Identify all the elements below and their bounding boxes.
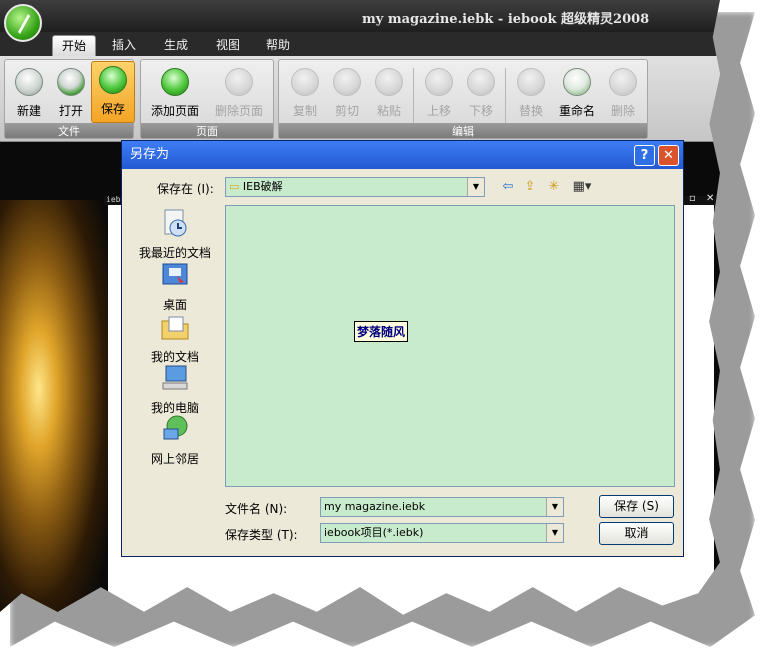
tab-help[interactable]: 帮助 xyxy=(257,35,299,56)
move-up-icon xyxy=(425,68,453,96)
filetype-label: 保存类型 (T): xyxy=(225,528,298,542)
delete-label: 删除 xyxy=(610,104,635,118)
dialog-cancel-button[interactable]: 取消 xyxy=(599,522,674,545)
new-folder-icon[interactable]: ✳ xyxy=(545,179,563,195)
edit-group-label: 编辑 xyxy=(279,123,647,138)
file-group-label: 文件 xyxy=(5,123,133,138)
background-art xyxy=(0,200,110,615)
recent-documents-icon xyxy=(164,209,187,237)
save-icon xyxy=(99,66,127,94)
page-group-label: 页面 xyxy=(141,123,273,138)
tab-insert[interactable]: 插入 xyxy=(104,35,144,56)
my-computer-icon xyxy=(162,365,188,390)
file-item[interactable]: 梦落随风 xyxy=(354,321,409,342)
delete-page-label: 删除页面 xyxy=(214,104,263,118)
tab-view[interactable]: 视图 xyxy=(207,35,249,56)
move-down-button[interactable]: 下移 xyxy=(459,64,503,120)
dialog-save-button[interactable]: 保存 (S) xyxy=(599,495,674,518)
app-title: my magazine.iebk - iebook 超级精灵2008 xyxy=(362,12,650,27)
up-folder-icon[interactable]: ⇪ xyxy=(521,179,539,195)
filename-input[interactable]: my magazine.iebk ▼ xyxy=(320,497,564,517)
edit-group: 复制 剪切 粘贴 上移 下移 替换 重命名 删除 编辑 xyxy=(278,59,648,139)
move-down-icon xyxy=(467,68,495,96)
rename-icon xyxy=(563,68,591,96)
desktop-icon xyxy=(162,263,188,285)
places-network[interactable]: 网上邻居 xyxy=(128,413,222,467)
page-group: 添加页面 删除页面 页面 xyxy=(140,59,274,139)
places-my-computer[interactable]: 我的电脑 xyxy=(128,362,222,416)
restore-icon[interactable]: ▫ xyxy=(689,193,696,204)
save-in-dropdown[interactable]: ▭ IEB破解 ▼ xyxy=(225,177,485,197)
chevron-down-icon: ▼ xyxy=(467,178,484,196)
open-icon xyxy=(57,68,85,96)
delete-page-button[interactable]: 删除页面 xyxy=(215,64,263,120)
add-page-icon xyxy=(161,68,189,96)
filetype-value: iebook项目(*.iebk) xyxy=(324,526,424,539)
close-button[interactable]: ✕ xyxy=(658,145,679,166)
view-menu-icon[interactable]: ▦▾ xyxy=(569,179,595,195)
delete-icon xyxy=(609,68,637,96)
title-bar: my magazine.iebk - iebook 超级精灵2008 xyxy=(0,0,720,32)
places-desktop[interactable]: 桌面 xyxy=(128,259,222,313)
file-group: 新建 打开 保存 文件 xyxy=(4,59,135,139)
my-documents-icon xyxy=(161,316,189,340)
filetype-select[interactable]: iebook项目(*.iebk) ▼ xyxy=(320,523,564,543)
save-label: 保存 xyxy=(100,102,125,116)
chevron-down-icon: ▼ xyxy=(546,498,563,516)
new-icon xyxy=(15,68,43,96)
paste-icon xyxy=(375,68,403,96)
filename-label: 文件名 (N): xyxy=(225,502,288,516)
ribbon: 新建 打开 保存 文件 添加页面 删除页面 页面 复制 剪切 粘贴 上移 下移 … xyxy=(0,56,720,142)
save-as-dialog: 另存为 ? ✕ 保存在 (I): ▭ IEB破解 ▼ ⇦ ⇪ ✳ ▦▾ 我最近的… xyxy=(121,140,684,557)
replace-icon xyxy=(517,68,545,96)
chevron-down-icon: ▼ xyxy=(546,524,563,542)
places-network-label: 网上邻居 xyxy=(150,452,199,466)
filename-value: my magazine.iebk xyxy=(324,500,426,513)
close-icon[interactable]: ✕ xyxy=(706,193,714,204)
tab-start[interactable]: 开始 xyxy=(52,35,96,56)
cut-icon xyxy=(333,68,361,96)
help-button[interactable]: ? xyxy=(634,145,655,166)
copy-icon xyxy=(291,68,319,96)
delete-page-icon xyxy=(225,68,253,96)
save-button[interactable]: 保存 xyxy=(91,61,135,123)
back-icon[interactable]: ⇦ xyxy=(499,179,517,195)
dialog-title: 另存为 xyxy=(122,141,683,169)
ribbon-tabs: 开始 插入 生成 视图 帮助 xyxy=(0,32,720,56)
file-list[interactable]: 梦落随风 xyxy=(225,205,675,487)
save-in-label: 保存在 (I): xyxy=(157,182,214,196)
save-in-value: IEB破解 xyxy=(242,180,283,193)
add-page-button[interactable]: 添加页面 xyxy=(151,64,199,120)
tab-generate[interactable]: 生成 xyxy=(155,35,197,56)
app-logo-icon[interactable] xyxy=(4,4,42,42)
network-places-icon xyxy=(163,415,188,440)
add-page-label: 添加页面 xyxy=(150,104,199,118)
folder-icon: ▭ xyxy=(229,180,240,193)
places-my-documents[interactable]: 我的文档 xyxy=(128,311,222,365)
places-recent[interactable]: 我最近的文档 xyxy=(128,207,222,261)
paste-button[interactable]: 粘贴 xyxy=(367,64,411,120)
delete-button[interactable]: 删除 xyxy=(601,64,645,120)
